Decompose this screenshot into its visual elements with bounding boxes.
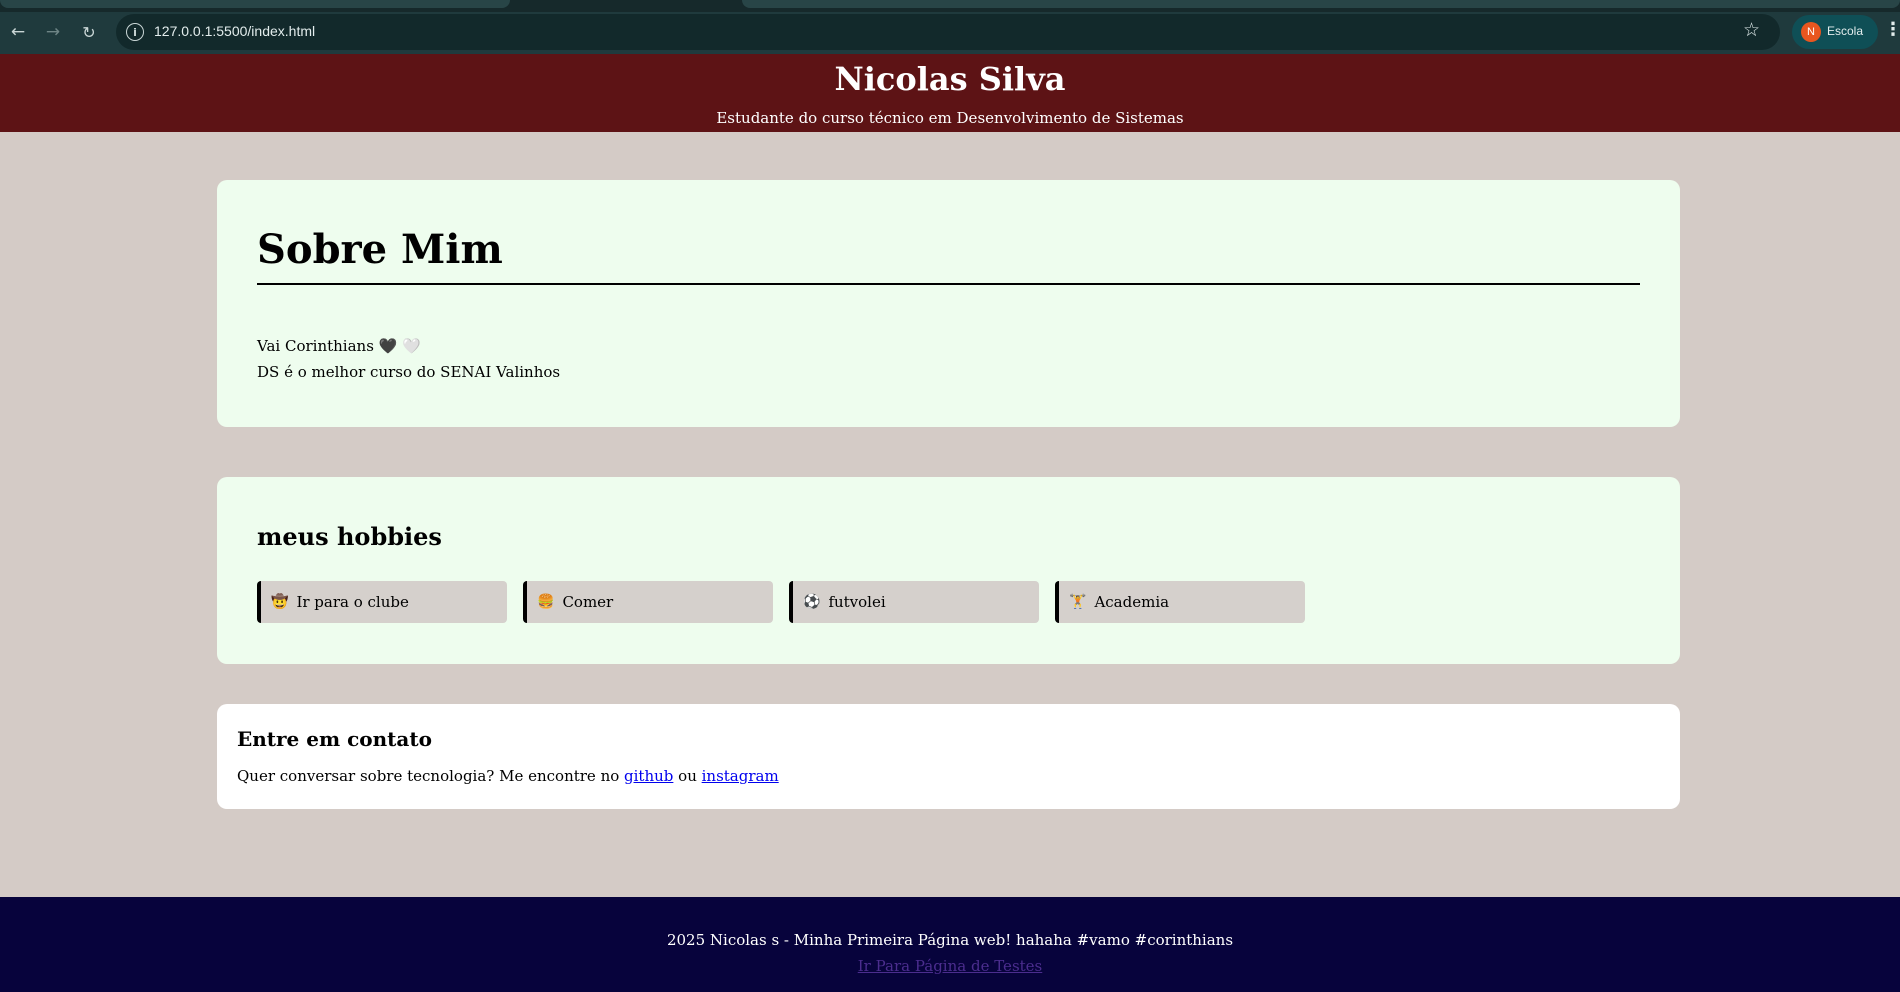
- divider: [257, 283, 1640, 285]
- footer-link-wrapper: Ir Para Página de Testes: [0, 957, 1900, 975]
- contact-text-before: Quer conversar sobre tecnologia? Me enco…: [237, 767, 625, 785]
- ball-emoji-icon: ⚽: [803, 594, 821, 610]
- contact-message: Quer conversar sobre tecnologia? Me enco…: [237, 767, 779, 785]
- github-link[interactable]: github: [624, 767, 673, 785]
- page-title: Nicolas Silva: [834, 60, 1066, 98]
- browser-tab[interactable]: [742, 0, 1900, 8]
- forward-button[interactable]: →: [40, 19, 66, 45]
- tab-strip: [0, 0, 1900, 12]
- url-text[interactable]: 127.0.0.1:5500/index.html: [154, 23, 315, 39]
- avatar: N: [1801, 22, 1821, 42]
- arrow-right-icon: →: [45, 22, 61, 42]
- cowboy-emoji-icon: 🤠: [271, 594, 289, 610]
- kebab-menu-icon[interactable]: ⋮: [1884, 19, 1900, 40]
- hobbies-section: meus hobbies 🤠 Ir para o clube 🍔 Comer ⚽…: [217, 477, 1680, 664]
- hobby-item: ⚽ futvolei: [789, 581, 1039, 623]
- about-section: Sobre Mim Vai Corinthians 🖤 🤍 DS é o mel…: [217, 180, 1680, 427]
- burger-emoji-icon: 🍔: [537, 594, 555, 610]
- browser-toolbar: ← → ↻ i 127.0.0.1:5500/index.html ☆ N Es…: [0, 12, 1900, 54]
- hobby-label: Comer: [562, 593, 614, 611]
- contact-text-middle: ou: [673, 767, 702, 785]
- about-line-1: Vai Corinthians 🖤 🤍: [257, 337, 421, 355]
- reload-icon: ↻: [82, 22, 96, 42]
- hobby-label: Ir para o clube: [296, 593, 409, 611]
- browser-tab[interactable]: [0, 0, 510, 8]
- profile-name: Escola: [1827, 24, 1864, 38]
- page-footer: 2025 Nicolas s - Minha Primeira Página w…: [0, 897, 1900, 992]
- hobbies-title: meus hobbies: [257, 522, 442, 551]
- star-icon[interactable]: ☆: [1743, 19, 1760, 41]
- page-header: Nicolas Silva Estudante do curso técnico…: [0, 54, 1900, 132]
- about-title: Sobre Mim: [257, 226, 503, 273]
- test-page-link[interactable]: Ir Para Página de Testes: [858, 957, 1043, 975]
- address-bar[interactable]: i 127.0.0.1:5500/index.html ☆: [116, 14, 1780, 50]
- hobby-item: 🍔 Comer: [523, 581, 773, 623]
- contact-title: Entre em contato: [237, 727, 432, 751]
- page-subtitle: Estudante do curso técnico em Desenvolvi…: [716, 109, 1184, 127]
- reload-button[interactable]: ↻: [76, 19, 102, 45]
- hobby-item: 🤠 Ir para o clube: [257, 581, 507, 623]
- arrow-left-icon: ←: [10, 22, 26, 42]
- hobby-item: 🏋 Academia: [1055, 581, 1305, 623]
- instagram-link[interactable]: instagram: [702, 767, 779, 785]
- contact-section: Entre em contato Quer conversar sobre te…: [217, 704, 1680, 809]
- footer-copyright: 2025 Nicolas s - Minha Primeira Página w…: [666, 931, 1234, 949]
- about-line-2: DS é o melhor curso do SENAI Valinhos: [257, 363, 561, 381]
- info-icon[interactable]: i: [126, 23, 144, 41]
- hobby-label: futvolei: [828, 593, 886, 611]
- browser-chrome: ← → ↻ i 127.0.0.1:5500/index.html ☆ N Es…: [0, 0, 1900, 54]
- profile-button[interactable]: N Escola: [1792, 15, 1878, 49]
- hobby-label: Academia: [1094, 593, 1170, 611]
- weightlifter-emoji-icon: 🏋: [1069, 594, 1087, 610]
- back-button[interactable]: ←: [5, 19, 31, 45]
